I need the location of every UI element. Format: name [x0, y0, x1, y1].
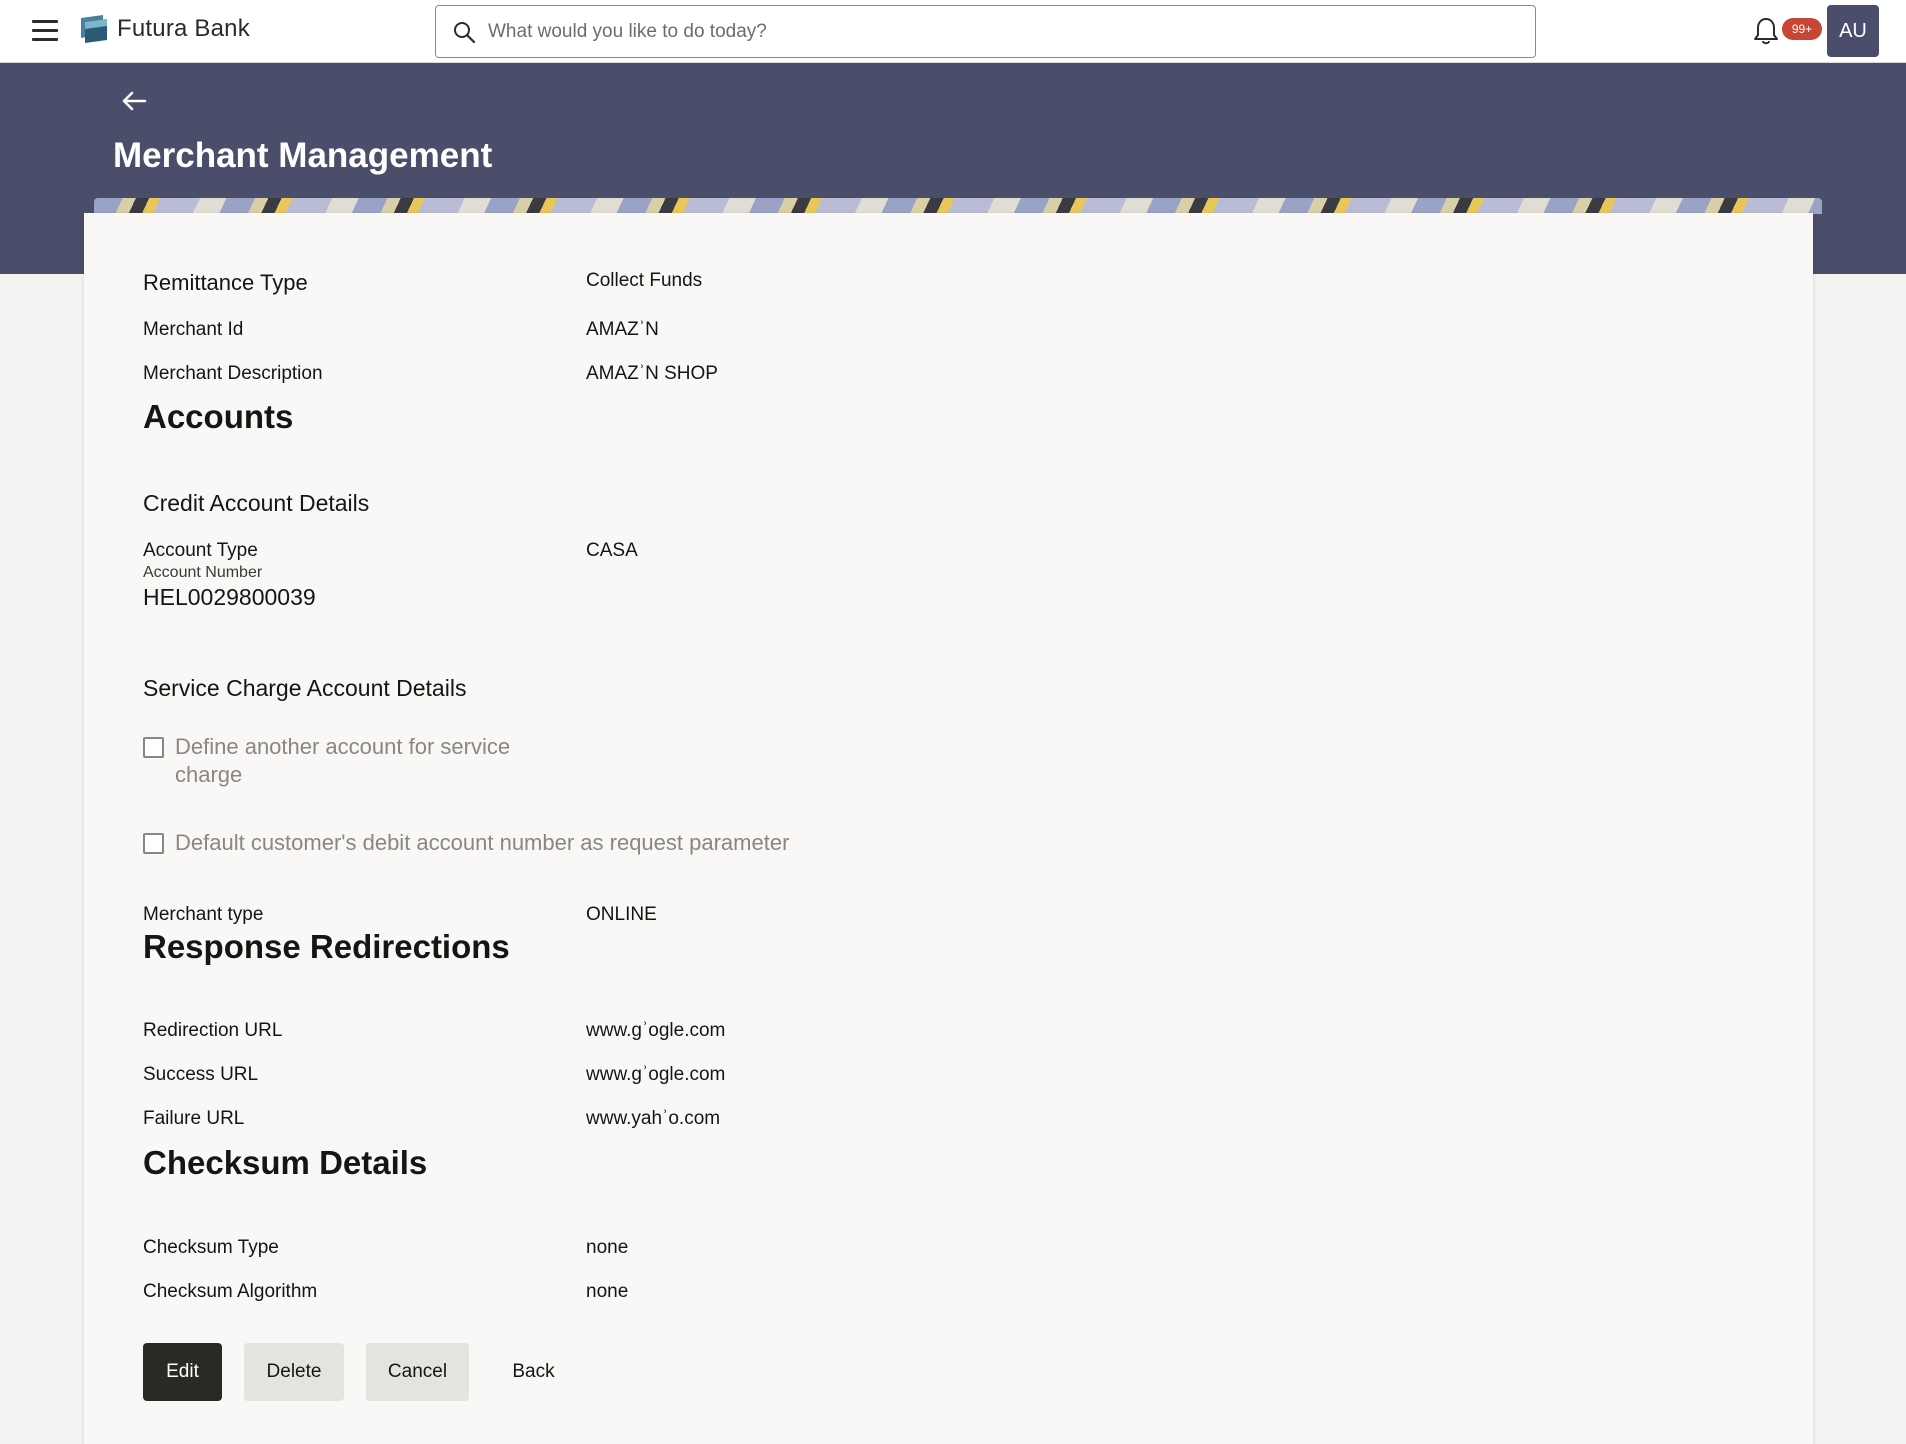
- account-type-label: Account Type: [143, 540, 258, 561]
- edit-button[interactable]: Edit: [143, 1343, 222, 1401]
- delete-button[interactable]: Delete: [244, 1343, 344, 1401]
- failure-url-label: Failure URL: [143, 1108, 245, 1129]
- redirection-url-label: Redirection URL: [143, 1020, 283, 1041]
- checksum-algorithm-value: none: [586, 1281, 629, 1302]
- account-type-value: CASA: [586, 540, 638, 561]
- failure-url-value: www.yahʾo.com: [586, 1108, 721, 1129]
- decorative-banner-stripe: [94, 198, 1822, 214]
- service-charge-account-heading: Service Charge Account Details: [143, 675, 467, 701]
- merchant-description-label: Merchant Description: [143, 363, 323, 384]
- notification-bell-icon[interactable]: [1752, 16, 1780, 46]
- page-title: Merchant Management: [113, 136, 493, 175]
- brand-name[interactable]: Futura Bank: [117, 15, 250, 43]
- user-avatar[interactable]: AU: [1827, 5, 1879, 57]
- hamburger-menu-icon[interactable]: [32, 20, 58, 42]
- search-input[interactable]: [488, 6, 1518, 57]
- default-debit-account-checkbox[interactable]: [143, 833, 164, 854]
- redirection-url-value: www.gʾogle.com: [586, 1020, 726, 1041]
- service-charge-checkbox-label[interactable]: Define another account for service charg…: [175, 733, 555, 789]
- back-button[interactable]: Back: [495, 1343, 572, 1401]
- notification-count-badge: 99+: [1782, 18, 1822, 40]
- credit-account-details-heading: Credit Account Details: [143, 490, 370, 516]
- merchant-id-value: AMAZʾN: [586, 319, 659, 340]
- merchant-description-value: AMAZʾN SHOP: [586, 363, 718, 384]
- remittance-type-label: Remittance Type: [143, 270, 308, 295]
- futura-bank-logo-icon: [81, 15, 107, 43]
- response-redirections-heading: Response Redirections: [143, 928, 510, 965]
- checksum-algorithm-label: Checksum Algorithm: [143, 1281, 318, 1302]
- top-navigation-bar: Futura Bank 99+ AU: [0, 0, 1906, 63]
- service-charge-checkbox[interactable]: [143, 737, 164, 758]
- back-arrow-icon[interactable]: [121, 90, 147, 112]
- merchant-type-label: Merchant type: [143, 904, 264, 925]
- account-number-label: Account Number: [143, 564, 263, 581]
- checksum-details-heading: Checksum Details: [143, 1144, 428, 1181]
- success-url-value: www.gʾogle.com: [586, 1064, 726, 1085]
- merchant-id-label: Merchant Id: [143, 319, 244, 340]
- checksum-type-label: Checksum Type: [143, 1237, 279, 1258]
- merchant-type-value: ONLINE: [586, 904, 657, 925]
- success-url-label: Success URL: [143, 1064, 259, 1085]
- search-icon: [454, 22, 476, 44]
- default-debit-account-checkbox-label[interactable]: Default customer's debit account number …: [175, 829, 789, 857]
- cancel-button[interactable]: Cancel: [366, 1343, 469, 1401]
- account-number-value: HEL0029800039: [143, 584, 316, 610]
- remittance-type-value: Collect Funds: [586, 270, 703, 291]
- accounts-heading: Accounts: [143, 398, 294, 435]
- search-bar[interactable]: [435, 5, 1536, 58]
- checksum-type-value: none: [586, 1237, 629, 1258]
